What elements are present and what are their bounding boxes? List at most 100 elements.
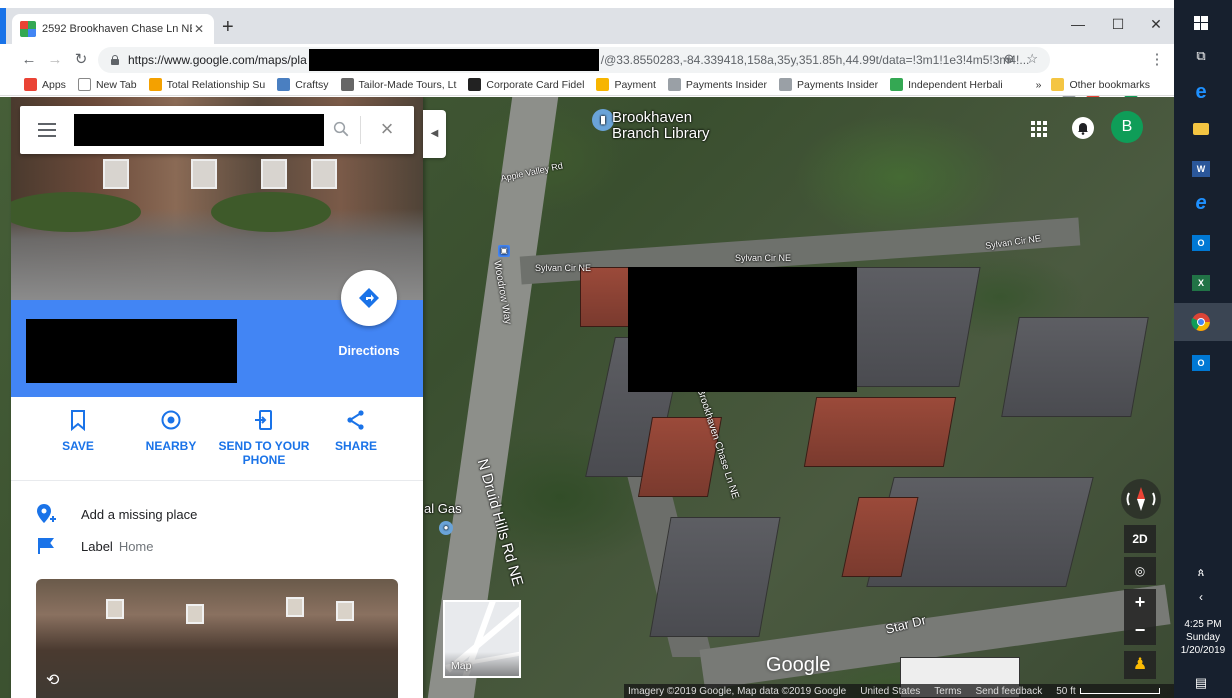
action-center-icon[interactable]: ▤ [1188, 670, 1214, 696]
add-missing-place-row[interactable]: Add a missing place [11, 499, 423, 529]
zoom-icon[interactable]: ⊕ [1003, 51, 1014, 67]
collapse-panel-button[interactable]: ◀ [423, 110, 446, 158]
action-row: SAVE NEARBY SEND TO YOUR PHONE SHARE [11, 397, 423, 481]
bookmark-favicon-icon [468, 78, 482, 91]
search-icon[interactable] [332, 120, 350, 138]
other-bookmarks-folder[interactable]: Other bookmarks [1051, 78, 1150, 91]
library-pin-icon[interactable]: ▮ [592, 109, 614, 131]
google-apps-icon[interactable] [1031, 121, 1047, 137]
address-bar[interactable]: https://www.google.com/maps/pla /@33.855… [98, 47, 1050, 73]
other-bookmarks-label: Other bookmarks [1069, 78, 1150, 91]
place-photo[interactable]: ⟲ [36, 579, 398, 698]
2d-toggle-button[interactable]: 2D [1124, 525, 1156, 553]
label-value: Home [118, 538, 154, 554]
chrome-icon[interactable] [1188, 309, 1214, 335]
my-location-icon[interactable]: ◎ [1124, 557, 1156, 585]
bookmark-item[interactable]: Total Relationship Su [148, 78, 265, 91]
taskbar-clock[interactable]: 4:25 PM Sunday 1/20/2019 [1174, 618, 1232, 657]
account-avatar[interactable]: B [1111, 111, 1143, 143]
directions-label[interactable]: Directions [327, 344, 411, 358]
redacted-url-segment [308, 49, 599, 71]
directions-icon [359, 288, 379, 308]
bookmark-item[interactable]: Payments Insider [667, 78, 767, 91]
search-input-redacted[interactable] [74, 114, 324, 146]
gas-station-label: al Gas [424, 501, 462, 516]
redacted-place-title [26, 319, 237, 383]
send-to-phone-button[interactable]: SEND TO YOUR PHONE [214, 409, 314, 467]
zoom-out-button[interactable]: − [1124, 617, 1156, 645]
bookmark-favicon-icon [77, 78, 91, 91]
edge-icon[interactable]: e [1188, 79, 1214, 105]
share-button[interactable]: SHARE [306, 409, 406, 453]
back-arrow-icon[interactable]: ← [16, 51, 42, 68]
minimize-button[interactable]: — [1058, 12, 1098, 38]
window-shape [103, 159, 129, 189]
building [1001, 317, 1149, 417]
title-bar: 2592 Brookhaven Chase Ln NE - ✕ + — ☐ ✕ [0, 8, 1174, 44]
clock-date: 1/20/2019 [1180, 645, 1226, 656]
windows-start-icon[interactable] [1188, 10, 1214, 36]
bookmark-item[interactable]: Craftsy [277, 78, 329, 91]
bookmark-favicon-icon [596, 78, 610, 91]
menu-dots-icon[interactable]: ⋮ [1144, 50, 1170, 68]
bookmark-favicon-icon [779, 78, 792, 91]
internet-explorer-icon[interactable]: e [1188, 190, 1214, 216]
send-to-phone-icon [255, 410, 272, 430]
bookmark-item[interactable]: Payments Insider [779, 78, 878, 91]
bookmark-item[interactable]: Payment [596, 78, 656, 91]
bookmark-item[interactable]: New Tab [77, 78, 137, 91]
sylvan-cir-label: Sylvan Cir NE [735, 253, 792, 263]
send-feedback-link[interactable]: Send feedback [976, 686, 1043, 697]
tab-title: 2592 Brookhaven Chase Ln NE - [42, 23, 192, 35]
zoom-in-button[interactable]: + [1124, 589, 1156, 617]
browser-tab[interactable]: 2592 Brookhaven Chase Ln NE - ✕ [12, 14, 214, 44]
save-button[interactable]: SAVE [28, 409, 128, 453]
directions-button[interactable] [341, 270, 397, 326]
scale-label[interactable]: 50 ft [1056, 686, 1075, 697]
country-link[interactable]: United States [860, 686, 920, 697]
transit-icon[interactable]: ▣ [498, 245, 510, 257]
folder-icon [1051, 78, 1065, 91]
people-icon[interactable]: ጰ [1188, 560, 1214, 586]
pegman-icon[interactable]: ♟ [1124, 651, 1156, 679]
map-layer-toggle[interactable]: Map [443, 600, 521, 678]
clock-day: Sunday [1186, 632, 1220, 643]
street-view-360-icon[interactable]: ⟲ [46, 670, 59, 690]
notifications-icon[interactable] [1072, 117, 1094, 139]
bookmark-item[interactable]: Apps [24, 78, 66, 91]
tab-close-icon[interactable]: ✕ [192, 22, 206, 36]
outlook-icon[interactable]: O [1188, 230, 1214, 256]
reload-icon[interactable]: ↻ [68, 50, 94, 68]
bookmark-label: Payments Insider [797, 78, 879, 91]
windows-taskbar: ⧉ e W e O X O ጰ ‹ 4:25 PM Sunday 1/20/20… [1174, 0, 1232, 698]
bush-shape [11, 192, 141, 232]
terms-link[interactable]: Terms [934, 686, 961, 697]
bookmark-item[interactable]: Independent Herbali [890, 78, 1003, 91]
gas-pin-icon[interactable]: ● [439, 521, 453, 535]
menu-icon[interactable] [38, 123, 56, 137]
excel-icon[interactable]: X [1188, 270, 1214, 296]
new-tab-button[interactable]: + [222, 17, 234, 37]
chevron-left-icon[interactable]: ‹ [1188, 584, 1214, 610]
close-window-button[interactable]: ✕ [1136, 12, 1176, 38]
file-explorer-icon[interactable] [1188, 116, 1214, 142]
bookmark-item[interactable]: Tailor-Made Tours, Lt [340, 78, 456, 91]
window-shape [191, 159, 217, 189]
sylvan-cir-label: Sylvan Cir NE [535, 263, 592, 273]
word-icon[interactable]: W [1188, 156, 1214, 182]
bookmark-favicon-icon [890, 78, 904, 91]
share-label: SHARE [334, 439, 377, 453]
compass-icon[interactable] [1121, 479, 1161, 519]
place-panel: × Directions SAVE NEARBY SEND TO YOUR PH… [11, 97, 423, 698]
close-icon[interactable]: × [376, 118, 398, 140]
task-view-icon[interactable]: ⧉ [1188, 43, 1214, 69]
more-bookmarks-chevron[interactable]: » [1036, 79, 1042, 91]
bookmark-star-icon[interactable]: ☆ [1026, 51, 1038, 67]
bookmark-item[interactable]: Corporate Card Fidel [468, 78, 584, 91]
library-label[interactable]: Brookhaven Branch Library [612, 110, 710, 142]
label-row[interactable]: Label Home [11, 531, 423, 561]
outlook-icon[interactable]: O [1188, 350, 1214, 376]
maximize-button[interactable]: ☐ [1098, 12, 1138, 38]
forward-arrow-icon[interactable]: → [42, 51, 68, 68]
nearby-button[interactable]: NEARBY [121, 409, 221, 453]
